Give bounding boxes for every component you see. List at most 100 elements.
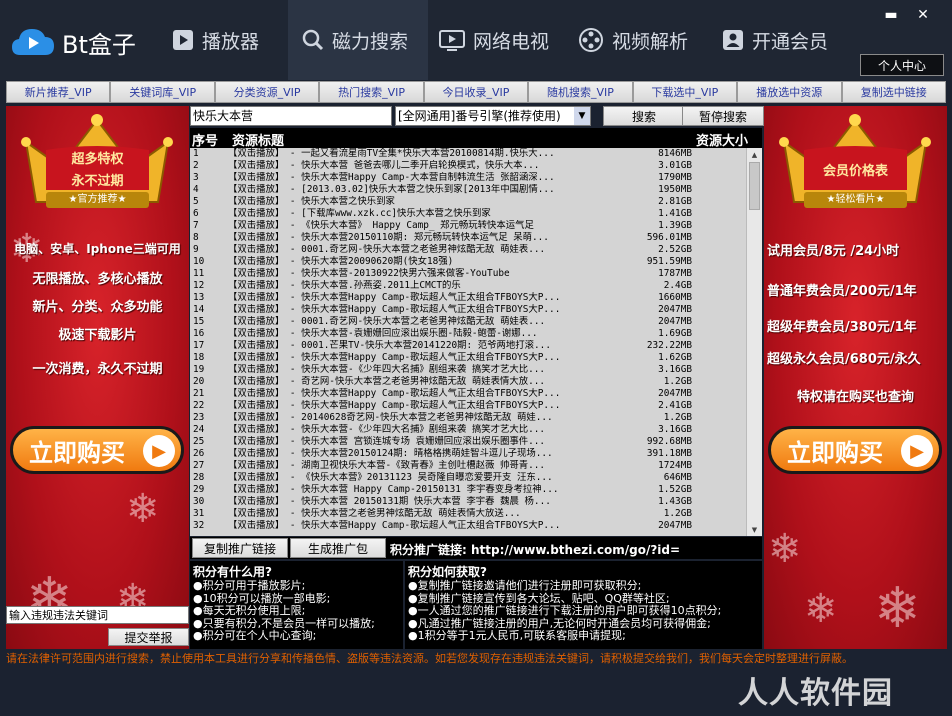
nav-player[interactable]: 播放器 [172, 0, 282, 80]
row-index: 3 [193, 172, 199, 183]
column-size-header[interactable]: 资源大小 [696, 130, 748, 149]
table-row[interactable]: 16 【双击播放】 - 快乐大本营-袁姗姗回应滚出娱乐圈-陆毅-鲍蕾-谢娜... 1… [190, 328, 746, 340]
scroll-up-arrow-icon[interactable]: ▲ [747, 148, 762, 161]
submit-report-button[interactable]: 提交举报 [108, 628, 189, 646]
table-row[interactable]: 4 【双击播放】 - [2013.03.02]快乐大本营之快乐到家[2013年中国… [190, 184, 746, 196]
search-engine-select[interactable]: [全网通用]番号引擎(推荐使用) ▼ [395, 106, 591, 126]
column-index-header[interactable]: 序号 [192, 130, 218, 149]
search-input[interactable]: 快乐大本营 [190, 106, 392, 126]
ad-feature-line: 新片、分类、众多功能 [32, 300, 163, 315]
row-size: 646MB [663, 472, 692, 483]
row-title: 【双击播放】 - 快乐大本营之快乐到家 [228, 196, 395, 207]
nav-network-tv[interactable]: 网络电视 [439, 0, 559, 80]
row-title: 【双击播放】 - 0001.奇艺网-快乐大本营之老爸男神炫酷无敌 萌娃表... [228, 316, 546, 327]
table-row[interactable]: 22 【双击播放】 - 快乐大本营Happy Camp-歌坛超人气正太组合TFBO… [190, 400, 746, 412]
table-row[interactable]: 2 【双击播放】 - 快乐大本营 爸爸去哪儿二季开启轮换模式，快乐大本... 3.0… [190, 160, 746, 172]
row-title: 【双击播放】 - 奇艺网-快乐大本营之老爸男神炫酷无敌 萌娃表情大放... [228, 376, 546, 387]
ad-price-line: 超级年费会员/380元/1年 [767, 320, 917, 335]
column-title-header[interactable]: 资源标题 [232, 130, 284, 149]
right-ad-banner[interactable]: ❄ ❄ ❄ 会员价格表 ★轻松看片★ 试用会员/8元 /24小时 普通年费会员/… [764, 106, 947, 649]
row-index: 22 [193, 400, 205, 411]
table-row[interactable]: 3 【双击播放】 - 快乐大本营Happy Camp-大本营自制韩流生活 张韶涵深… [190, 172, 746, 184]
table-row[interactable]: 23 【双击播放】 - 20140628奇艺网-快乐大本营之老爸男神炫酷无敌 萌娃… [190, 412, 746, 424]
tab-category-resources[interactable]: 分类资源_VIP [214, 81, 320, 103]
close-button[interactable]: ✕ [910, 4, 936, 26]
table-row[interactable]: 26 【双击播放】 - 快乐大本营20150124期: 晴格格携萌娃智斗逗儿子现场… [190, 448, 746, 460]
table-row[interactable]: 15 【双击播放】 - 0001.奇艺网-快乐大本营之老爸男神炫酷无敌 萌娃表..… [190, 316, 746, 328]
table-row[interactable]: 11 【双击播放】 - 快乐大本营-20130922快男六强来做客-YouTube… [190, 268, 746, 280]
report-keyword-input[interactable]: 输入违规违法关键词 [6, 606, 189, 624]
promo-link-text[interactable]: 积分推广链接: http://www.bthezi.com/go/?id= [390, 541, 680, 558]
row-size: 1660MB [658, 292, 692, 303]
tab-today-indexed[interactable]: 今日收录_VIP [423, 81, 529, 103]
tab-new-movies[interactable]: 新片推荐_VIP [6, 81, 111, 103]
film-reel-icon [579, 28, 603, 52]
row-title: 【双击播放】 - 湖南卫视快乐大本营-《致青春》主创吐槽赵薇 帅哥青... [228, 460, 546, 471]
row-index: 8 [193, 232, 199, 243]
table-row[interactable]: 12 【双击播放】 - 快乐大本营.孙燕姿.2011上CMCT的乐 2.4GB [190, 280, 746, 292]
nav-magnet-search[interactable]: 磁力搜索 [288, 0, 428, 80]
generate-promo-pack-button[interactable]: 生成推广包 [290, 538, 386, 558]
table-row[interactable]: 30 【双击播放】 - 快乐大本营 20150131期 快乐大本营 李宇春 魏晨 … [190, 496, 746, 508]
scrollbar-thumb[interactable] [749, 162, 760, 210]
table-row[interactable]: 21 【双击播放】 - 快乐大本营Happy Camp-歌坛超人气正太组合TFBO… [190, 388, 746, 400]
row-index: 10 [193, 256, 205, 267]
row-title: 【双击播放】 - [2013.03.02]快乐大本营之快乐到家[2013年中国剧… [228, 184, 555, 195]
table-row[interactable]: 27 【双击播放】 - 湖南卫视快乐大本营-《致青春》主创吐槽赵薇 帅哥青... 1… [190, 460, 746, 472]
table-row[interactable]: 25 【双击播放】 - 快乐大本营 宫锁连城专场 袁姗姗回应滚出娱乐圈事件... 9… [190, 436, 746, 448]
table-row[interactable]: 1 【双击播放】 - 一起又看流星雨TV全集*快乐大本营20100814期.快乐大… [190, 148, 746, 160]
tab-random-search[interactable]: 随机搜索_VIP [528, 81, 633, 103]
left-ad-banner[interactable]: ❄ ❄ ❄ ❄ 超多特权 永不过期 ★官方推荐★ 电脑、安卓、Iphone三端可… [6, 106, 189, 649]
nav-membership[interactable]: 开通会员 [722, 0, 842, 80]
table-row[interactable]: 32 【双击播放】 - 快乐大本营Happy Camp-歌坛超人气正太组合TFBO… [190, 520, 746, 532]
table-row[interactable]: 20 【双击播放】 - 奇艺网-快乐大本营之老爸男神炫酷无敌 萌娃表情大放... 1… [190, 376, 746, 388]
ad-price-line: 试用会员/8元 /24小时 [767, 244, 900, 259]
buy-now-button[interactable]: 立即购买 ▶ [768, 426, 942, 474]
table-row[interactable]: 31 【双击播放】 - 快乐大本营之老爸男神炫酷无敌 萌娃表情大放送... 1.2G… [190, 508, 746, 520]
row-index: 16 [193, 328, 205, 339]
ad-crown-line-1: 会员价格表 [822, 164, 888, 179]
buy-now-button[interactable]: 立即购买 ▶ [10, 426, 184, 474]
row-title: 【双击播放】 - 快乐大本营-袁姗姗回应滚出娱乐圈-陆毅-鲍蕾-谢娜... [228, 328, 538, 339]
points-earn-item: ●一人通过您的推广链接进行下载注册的用户即可获得10点积分; [408, 604, 722, 617]
row-size: 992.68MB [646, 436, 692, 447]
row-size: 2.41GB [658, 400, 692, 411]
tab-copy-link[interactable]: 复制选中链接 [841, 81, 946, 103]
table-row[interactable]: 5 【双击播放】 - 快乐大本营之快乐到家 2.81GB [190, 196, 746, 208]
table-row[interactable]: 10 【双击播放】 - 快乐大本营20090620期(快女18强) 951.59MB [190, 256, 746, 268]
table-row[interactable]: 6 【双击播放】 - [下载库www.xzk.cc]快乐大本营之快乐到家 1.41G… [190, 208, 746, 220]
nav-video-parse[interactable]: 视频解析 [578, 0, 708, 80]
row-size: 2.4GB [663, 280, 692, 291]
result-list-scrollbar[interactable]: ▲ ▼ [746, 148, 762, 536]
result-list[interactable]: 1 【双击播放】 - 一起又看流星雨TV全集*快乐大本营20100814期.快乐大… [190, 148, 746, 536]
pause-search-button[interactable]: 暂停搜索 [682, 106, 764, 126]
points-earn-title: 积分如何获取? [408, 565, 487, 579]
user-center-button[interactable]: 个人中心 [860, 54, 944, 76]
table-row[interactable]: 7 【双击播放】 - 《快乐大本营》 Happy Camp_ 郑元畅玩转快本运气足… [190, 220, 746, 232]
row-size: 3.01GB [658, 160, 692, 171]
row-title: 【双击播放】 - 快乐大本营20090620期(快女18强) [228, 256, 454, 267]
tab-download-selected[interactable]: 下载选中_VIP [632, 81, 738, 103]
table-row[interactable]: 9 【双击播放】 - 0001.奇艺网-快乐大本营之老爸男神炫酷无敌 萌娃表...… [190, 244, 746, 256]
tab-hot-search[interactable]: 热门搜索_VIP [319, 81, 424, 103]
copy-promo-link-button[interactable]: 复制推广链接 [192, 538, 288, 558]
minimize-button[interactable]: ▬ [878, 4, 904, 26]
table-row[interactable]: 13 【双击播放】 - 快乐大本营Happy Camp-歌坛超人气正太组合TFBO… [190, 292, 746, 304]
table-row[interactable]: 18 【双击播放】 - 快乐大本营Happy Camp-歌坛超人气正太组合TFBO… [190, 352, 746, 364]
chevron-down-icon[interactable]: ▼ [574, 107, 590, 125]
points-usage-item: ●每天无积分使用上限; [193, 604, 306, 617]
row-title: 【双击播放】 - 快乐大本营 爸爸去哪儿二季开启轮换模式，快乐大本... [228, 160, 540, 171]
ad-feature-line: 一次消费，永久不过期 [32, 362, 163, 377]
table-row[interactable]: 14 【双击播放】 - 快乐大本营Happy Camp-歌坛超人气正太组合TFBO… [190, 304, 746, 316]
scroll-down-arrow-icon[interactable]: ▼ [747, 523, 762, 536]
table-row[interactable]: 29 【双击播放】 - 快乐大本营 Happy Camp-20150131 李宇春… [190, 484, 746, 496]
table-row[interactable]: 19 【双击播放】 - 快乐大本营-《少年四大名捕》剧组来袭 搞笑才艺大比... 3… [190, 364, 746, 376]
tab-play-selected[interactable]: 播放选中资源 [737, 81, 842, 103]
user-badge-icon [723, 30, 743, 50]
table-row[interactable]: 28 【双击播放】 - 《快乐大本营》20131123 吴奇隆自曝恋爱要开支 汪东… [190, 472, 746, 484]
table-row[interactable]: 24 【双击播放】 - 快乐大本营-《少年四大名捕》剧组来袭 搞笑才艺大比... 3… [190, 424, 746, 436]
table-row[interactable]: 8 【双击播放】 - 快乐大本营20150110期: 郑元畅玩转快本运气足 呆萌.… [190, 232, 746, 244]
search-button[interactable]: 搜索 [603, 106, 685, 126]
table-row[interactable]: 17 【双击播放】 - 0001.芒果TV-快乐大本营20141220期: 范爷两… [190, 340, 746, 352]
tab-keyword-library[interactable]: 关键词库_VIP [110, 81, 215, 103]
